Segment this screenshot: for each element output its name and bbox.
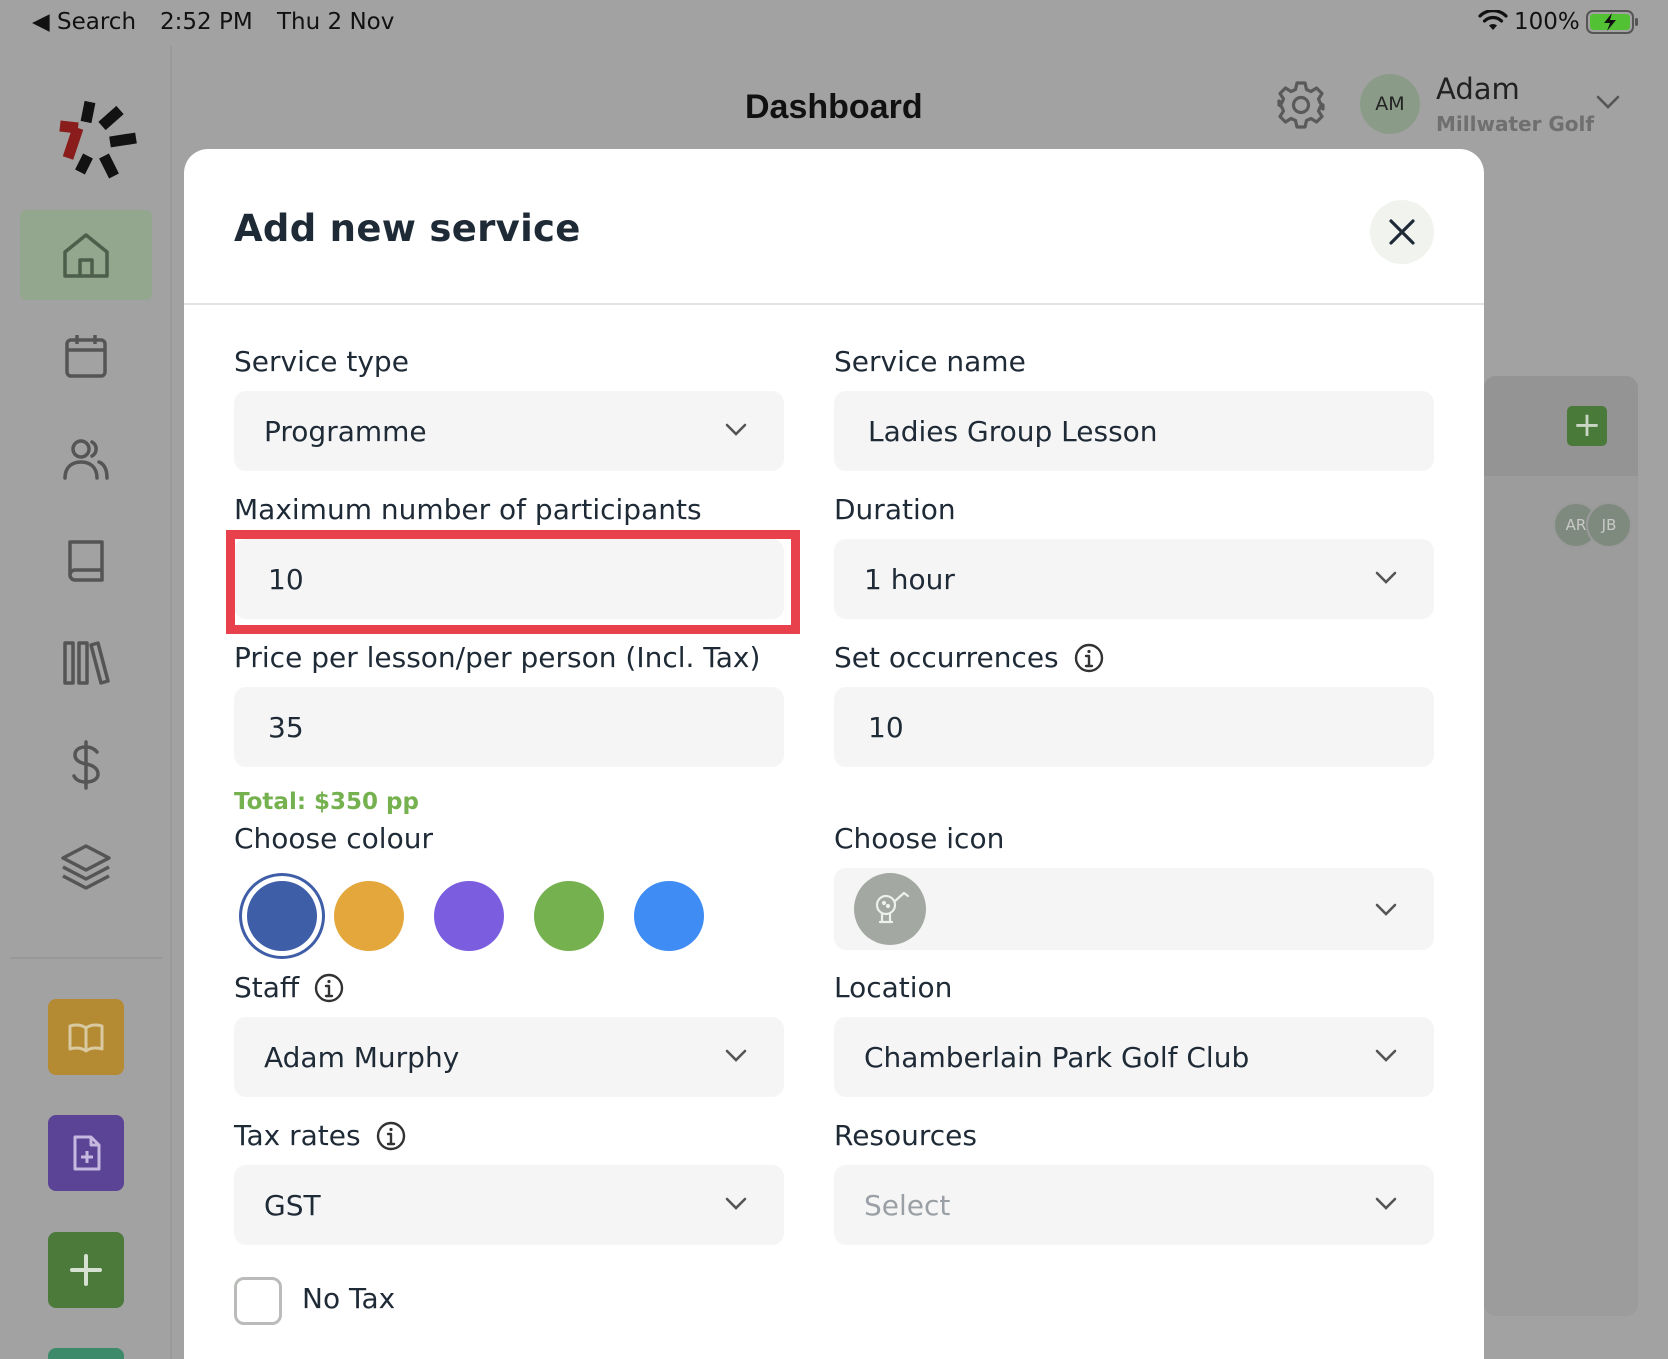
max-participants-label: Maximum number of participants xyxy=(234,493,702,526)
file-plus-icon xyxy=(73,1135,101,1171)
service-type-label: Service type xyxy=(234,345,409,378)
occurrences-input[interactable]: 10 xyxy=(834,687,1434,767)
highlight-box xyxy=(226,530,800,634)
chevron-down-icon xyxy=(725,423,747,436)
library-icon xyxy=(63,641,110,685)
plus-icon xyxy=(70,1254,102,1286)
battery-icon xyxy=(1586,10,1640,40)
duration-select[interactable]: 1 hour xyxy=(834,539,1434,619)
back-to-search-link[interactable]: ◀ Search xyxy=(32,9,136,35)
price-input[interactable]: 35 xyxy=(234,687,784,767)
sidebar-item-customers[interactable] xyxy=(20,414,152,504)
user-avatar[interactable]: AM xyxy=(1360,74,1420,134)
location-value: Chamberlain Park Golf Club xyxy=(864,1040,1250,1074)
info-icon[interactable] xyxy=(1073,642,1105,674)
chevron-down-icon xyxy=(1375,903,1397,916)
quick-action-open-book[interactable] xyxy=(48,999,124,1075)
quick-action-more[interactable] xyxy=(48,1348,124,1359)
sidebar-item-payments[interactable] xyxy=(20,720,152,810)
avatar: JB xyxy=(1586,502,1632,548)
chevron-down-icon xyxy=(1375,571,1397,584)
home-icon xyxy=(63,233,109,278)
info-icon[interactable] xyxy=(313,972,345,1004)
resources-select[interactable]: Select xyxy=(834,1165,1434,1245)
colour-swatch-green[interactable] xyxy=(534,881,604,951)
status-date: Thu 2 Nov xyxy=(277,9,395,35)
colour-swatch-light-blue[interactable] xyxy=(634,881,704,951)
page-title: Dashboard xyxy=(745,88,923,126)
wifi-icon xyxy=(1478,9,1508,38)
chevron-down-icon xyxy=(1375,1049,1397,1062)
tax-rates-label: Tax rates xyxy=(234,1119,407,1152)
quick-action-add[interactable] xyxy=(48,1232,124,1308)
service-name-input[interactable]: Ladies Group Lesson xyxy=(834,391,1434,471)
info-icon[interactable] xyxy=(375,1120,407,1152)
occurrences-value: 10 xyxy=(868,710,904,744)
chevron-down-icon[interactable] xyxy=(1594,92,1622,112)
tax-rates-select[interactable]: GST xyxy=(234,1165,784,1245)
quick-action-new-document[interactable] xyxy=(48,1115,124,1191)
brand-logo xyxy=(59,100,137,179)
calendar-icon xyxy=(65,335,107,378)
duration-label: Duration xyxy=(834,493,956,526)
staff-value: Adam Murphy xyxy=(264,1040,460,1074)
users-icon xyxy=(63,439,109,480)
book-icon xyxy=(68,540,104,582)
location-select[interactable]: Chamberlain Park Golf Club xyxy=(834,1017,1434,1097)
no-tax-label[interactable]: No Tax xyxy=(302,1282,395,1315)
user-name[interactable]: Adam xyxy=(1436,72,1520,106)
chevron-down-icon xyxy=(725,1049,747,1062)
background-add-button[interactable]: + xyxy=(1567,406,1607,446)
service-name-value: Ladies Group Lesson xyxy=(868,414,1158,448)
battery-percentage: 100% xyxy=(1514,9,1580,35)
dollar-icon xyxy=(72,740,100,790)
status-bar: ◀ Search 2:52 PM Thu 2 Nov 100% xyxy=(0,0,1668,46)
user-organisation: Millwater Golf xyxy=(1436,112,1595,136)
no-tax-checkbox[interactable] xyxy=(234,1277,282,1325)
colour-swatch-blue-selected[interactable] xyxy=(247,881,317,951)
duration-value: 1 hour xyxy=(864,562,955,596)
chevron-down-icon xyxy=(725,1197,747,1210)
modal-divider xyxy=(184,303,1484,305)
choose-icon-label: Choose icon xyxy=(834,822,1005,855)
location-label: Location xyxy=(834,971,953,1004)
close-button[interactable] xyxy=(1370,200,1434,264)
chevron-down-icon xyxy=(1375,1197,1397,1210)
sidebar-item-home[interactable] xyxy=(20,210,152,300)
sidebar-item-book[interactable] xyxy=(20,516,152,606)
sidebar-item-library[interactable] xyxy=(20,618,152,708)
resources-label: Resources xyxy=(834,1119,977,1152)
price-label: Price per lesson/per person (Incl. Tax) xyxy=(234,641,761,674)
tax-rates-value: GST xyxy=(264,1188,321,1222)
colour-swatch-purple[interactable] xyxy=(434,881,504,951)
modal-title: Add new service xyxy=(234,207,581,250)
choose-icon-select[interactable] xyxy=(834,868,1434,950)
layers-icon xyxy=(61,844,111,890)
staff-select[interactable]: Adam Murphy xyxy=(234,1017,784,1097)
occurrences-label: Set occurrences xyxy=(834,641,1105,674)
close-icon xyxy=(1389,219,1415,245)
status-time: 2:52 PM xyxy=(160,9,253,35)
service-type-select[interactable]: Programme xyxy=(234,391,784,471)
sidebar-item-layers[interactable] xyxy=(20,822,152,912)
service-type-value: Programme xyxy=(264,414,427,448)
open-book-icon xyxy=(68,1023,104,1053)
sidebar xyxy=(0,46,172,1359)
price-value: 35 xyxy=(268,710,304,744)
sidebar-divider xyxy=(10,957,162,959)
choose-colour-label: Choose colour xyxy=(234,822,433,855)
settings-gear-icon[interactable] xyxy=(1276,80,1326,130)
staff-label: Staff xyxy=(234,971,345,1004)
total-price-text: Total: $350 pp xyxy=(234,789,419,815)
colour-swatch-orange[interactable] xyxy=(334,881,404,951)
add-service-modal: Add new service Service type Programme S… xyxy=(184,149,1484,1359)
service-name-label: Service name xyxy=(834,345,1026,378)
sidebar-item-calendar[interactable] xyxy=(20,312,152,402)
background-panel-header xyxy=(1484,376,1638,476)
golf-club-icon xyxy=(854,873,926,945)
resources-placeholder: Select xyxy=(864,1188,951,1222)
